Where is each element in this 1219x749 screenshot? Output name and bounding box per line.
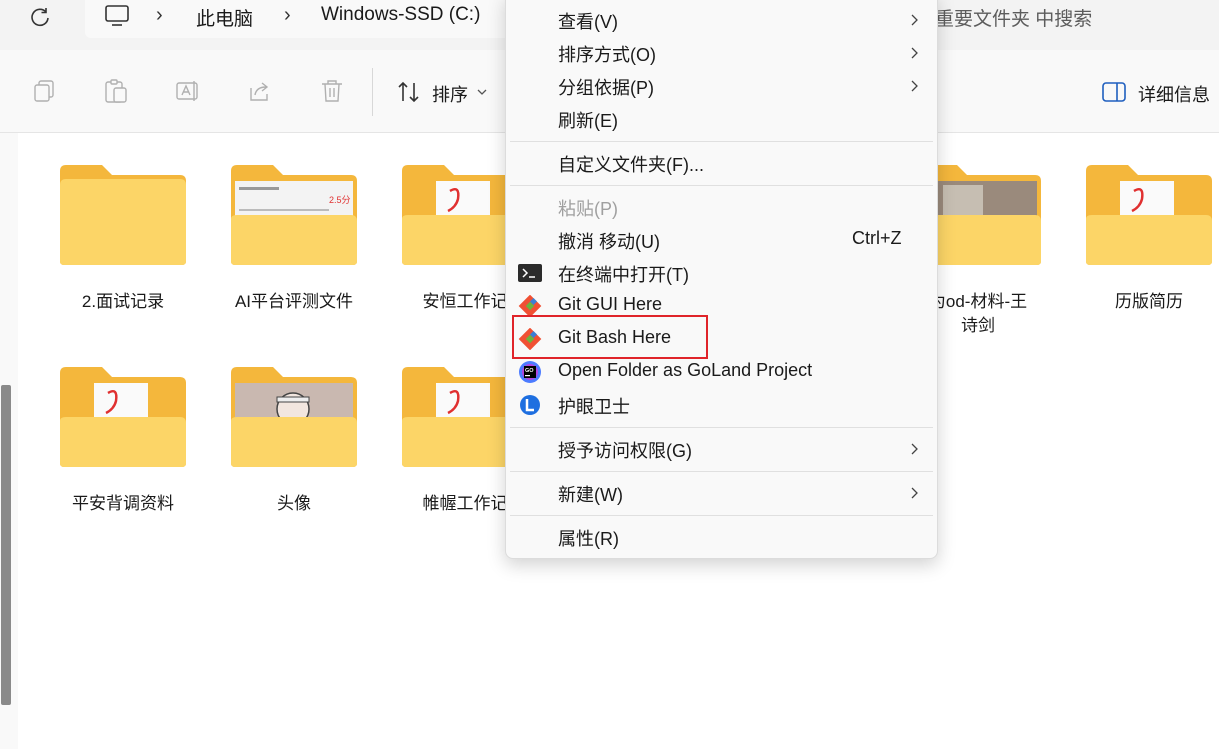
menu-separator xyxy=(510,185,933,186)
menu-item-open-in-terminal[interactable]: 在终端中打开(T) xyxy=(506,257,937,289)
menu-item-label: 授予访问权限(G) xyxy=(558,441,692,461)
svg-text:2.5分: 2.5分 xyxy=(329,195,351,205)
folder-label[interactable]: 历版简历 xyxy=(1064,290,1219,314)
breadcrumb-drive-c[interactable]: Windows-SSD (C:) xyxy=(321,4,480,26)
menu-item-new[interactable]: 新建(W) xyxy=(506,477,937,509)
chevron-right-icon[interactable]: › xyxy=(156,4,163,27)
menu-item-label: 新建(W) xyxy=(558,485,623,505)
delete-icon[interactable] xyxy=(319,78,345,104)
menu-item-label: 刷新(E) xyxy=(558,111,618,131)
menu-item-sort-by[interactable]: 排序方式(O) xyxy=(506,37,937,69)
context-menu: 查看(V) 排序方式(O) 分组依据(P) 刷新(E) 自定义文件夹(F)...… xyxy=(505,0,938,559)
menu-item-label: 自定义文件夹(F)... xyxy=(558,155,704,175)
breadcrumb-this-pc[interactable]: 此电脑 xyxy=(196,4,253,31)
menu-item-view[interactable]: 查看(V) xyxy=(506,4,937,36)
chevron-right-icon xyxy=(911,47,918,59)
menu-item-refresh[interactable]: 刷新(E) xyxy=(506,103,937,135)
eye-guard-icon xyxy=(520,395,540,415)
sort-icon[interactable] xyxy=(396,79,422,105)
menu-item-paste: 粘贴(P) xyxy=(506,191,937,223)
menu-item-label: Git GUI Here xyxy=(558,294,663,314)
copy-icon[interactable] xyxy=(31,78,57,104)
menu-item-label: 粘贴(P) xyxy=(558,199,618,219)
folder-icon[interactable] xyxy=(58,365,188,469)
goland-icon: GO xyxy=(519,361,541,383)
menu-item-goland[interactable]: GO Open Folder as GoLand Project xyxy=(506,356,937,388)
details-pane-icon[interactable] xyxy=(1101,81,1127,103)
highlight-annotation xyxy=(512,315,708,359)
chevron-right-icon xyxy=(911,80,918,92)
menu-item-customize-folder[interactable]: 自定义文件夹(F)... xyxy=(506,147,937,179)
menu-item-eye-guard[interactable]: 护眼卫士 xyxy=(506,389,937,421)
folder-label[interactable]: 2.面试记录 xyxy=(38,290,208,314)
menu-separator xyxy=(510,427,933,428)
chevron-right-icon xyxy=(911,443,918,455)
menu-item-undo-move[interactable]: 撤消 移动(U) Ctrl+Z xyxy=(506,224,937,256)
menu-item-label: 查看(V) xyxy=(558,12,618,32)
menu-item-shortcut: Ctrl+Z xyxy=(852,228,902,248)
svg-text:GO: GO xyxy=(525,368,534,374)
menu-separator xyxy=(510,515,933,516)
menu-item-label: 在终端中打开(T) xyxy=(558,265,689,285)
folder-icon[interactable] xyxy=(1084,163,1214,267)
menu-separator xyxy=(510,471,933,472)
computer-icon[interactable] xyxy=(104,4,130,28)
git-icon xyxy=(518,295,542,317)
details-button[interactable]: 详细信息 xyxy=(1138,81,1210,107)
menu-item-group-by[interactable]: 分组依据(P) xyxy=(506,70,937,102)
sort-button[interactable]: 排序 xyxy=(432,81,468,107)
menu-item-label: Open Folder as GoLand Project xyxy=(558,360,813,380)
menu-item-label: 撤消 移动(U) xyxy=(558,232,660,252)
rename-icon[interactable] xyxy=(175,78,201,104)
menu-item-properties[interactable]: 属性(R) xyxy=(506,521,937,553)
paste-icon[interactable] xyxy=(103,78,129,104)
folder-icon[interactable]: 2.5分 xyxy=(229,163,359,267)
menu-item-label: 护眼卫士 xyxy=(558,397,630,417)
terminal-icon xyxy=(518,264,542,282)
toolbar-divider xyxy=(372,68,373,116)
chevron-down-icon[interactable] xyxy=(476,86,488,98)
menu-item-label: 属性(R) xyxy=(558,529,619,549)
refresh-icon[interactable] xyxy=(28,5,52,29)
menu-item-label: 分组依据(P) xyxy=(558,78,654,98)
menu-item-give-access[interactable]: 授予访问权限(G) xyxy=(506,433,937,465)
folder-label[interactable]: 平安背调资料 xyxy=(38,492,208,516)
chevron-right-icon[interactable]: › xyxy=(284,4,291,27)
folder-label[interactable]: 头像 xyxy=(209,492,379,516)
folder-label[interactable]: AI平台评测文件 xyxy=(209,290,379,314)
menu-separator xyxy=(510,141,933,142)
search-input[interactable]: 重要文件夹 中搜索 xyxy=(935,4,1092,31)
menu-item-label: 排序方式(O) xyxy=(558,45,656,65)
share-icon[interactable] xyxy=(247,78,273,104)
scrollbar[interactable] xyxy=(1,385,11,705)
folder-icon[interactable] xyxy=(229,365,359,469)
chevron-right-icon xyxy=(911,487,918,499)
chevron-right-icon xyxy=(911,14,918,26)
folder-icon[interactable] xyxy=(58,163,188,267)
